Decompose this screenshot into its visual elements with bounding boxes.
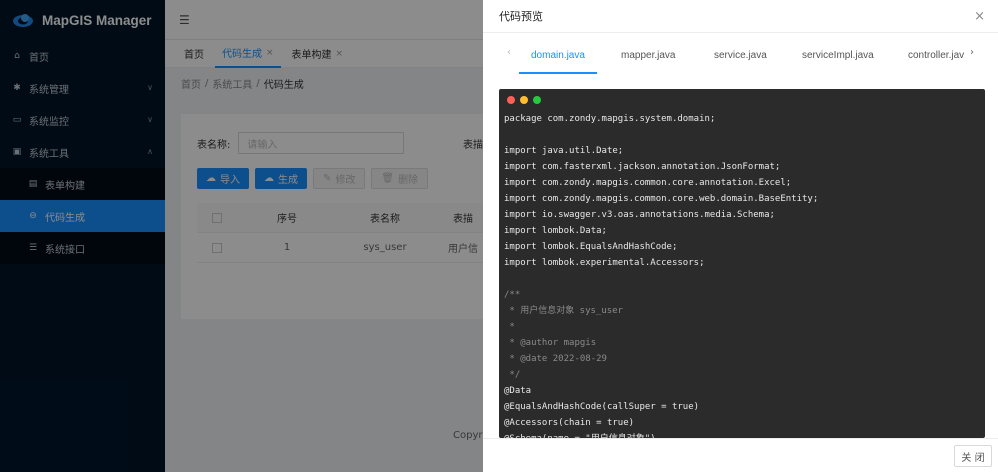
code-line: import com.fasterxml.jackson.annotation.… (504, 162, 781, 172)
code-line: * @author mapgis (504, 338, 597, 348)
code-line: */ (504, 370, 521, 380)
close-icon[interactable]: × (974, 9, 985, 24)
code-line: @Schema(name = "用户信息对象") (504, 431, 985, 438)
code-tab-label: domain.java (531, 49, 585, 61)
code-line: import com.zondy.mapgis.common.core.anno… (504, 178, 792, 188)
drawer-footer: 关 闭 (483, 438, 998, 472)
chevron-right-icon[interactable]: › (970, 47, 974, 58)
close-button[interactable]: 关 闭 (954, 445, 992, 467)
code-tab-label: controller.java (908, 49, 964, 61)
close-button-label: 关 闭 (961, 452, 985, 464)
tab-domain-java[interactable]: domain.java (519, 33, 597, 77)
code-line: * (504, 322, 515, 332)
window-dots (499, 89, 985, 111)
code-preview-drawer: 代码预览 × ‹ domain.java mapper.java service… (483, 0, 998, 472)
code-line: import io.swagger.v3.oas.annotations.med… (504, 210, 775, 220)
tab-controller-java[interactable]: controller.java (908, 33, 964, 77)
chevron-left-icon[interactable]: ‹ (507, 47, 511, 58)
tab-mapper-java[interactable]: mapper.java (621, 33, 675, 77)
red-dot-icon (507, 96, 515, 104)
code-tab-label: service.java (714, 49, 767, 61)
yellow-dot-icon (520, 96, 528, 104)
code-line: import com.zondy.mapgis.common.core.web.… (504, 194, 819, 204)
code-line: import lombok.EqualsAndHashCode; (504, 242, 678, 252)
code-tab-label: serviceImpl.java (802, 49, 874, 61)
code-line: * 用户信息对象 sys_user (504, 306, 624, 316)
code-file-tabs: ‹ domain.java mapper.java service.java s… (483, 33, 998, 77)
code-lines: package com.zondy.mapgis.system.domain; i… (499, 111, 985, 438)
drawer-title: 代码预览 (499, 10, 543, 23)
code-line: package com.zondy.mapgis.system.domain; (504, 114, 716, 124)
code-line: import lombok.experimental.Accessors; (504, 258, 705, 268)
code-tab-label: mapper.java (621, 49, 676, 61)
drawer-header: 代码预览 × (483, 0, 998, 33)
code-line: * @date 2022-08-29 (504, 354, 607, 364)
code-line: @Data (504, 386, 532, 396)
code-block: package com.zondy.mapgis.system.domain; i… (499, 89, 985, 438)
code-line: /** (504, 290, 521, 300)
code-line: @Accessors(chain = true) (504, 418, 635, 428)
code-line: import lombok.Data; (504, 226, 607, 236)
tab-service-java[interactable]: service.java (714, 33, 767, 77)
green-dot-icon (533, 96, 541, 104)
tab-serviceimpl-java[interactable]: serviceImpl.java (802, 33, 874, 77)
code-line: import java.util.Date; (504, 146, 624, 156)
code-line: @EqualsAndHashCode(callSuper = true) (504, 402, 700, 412)
